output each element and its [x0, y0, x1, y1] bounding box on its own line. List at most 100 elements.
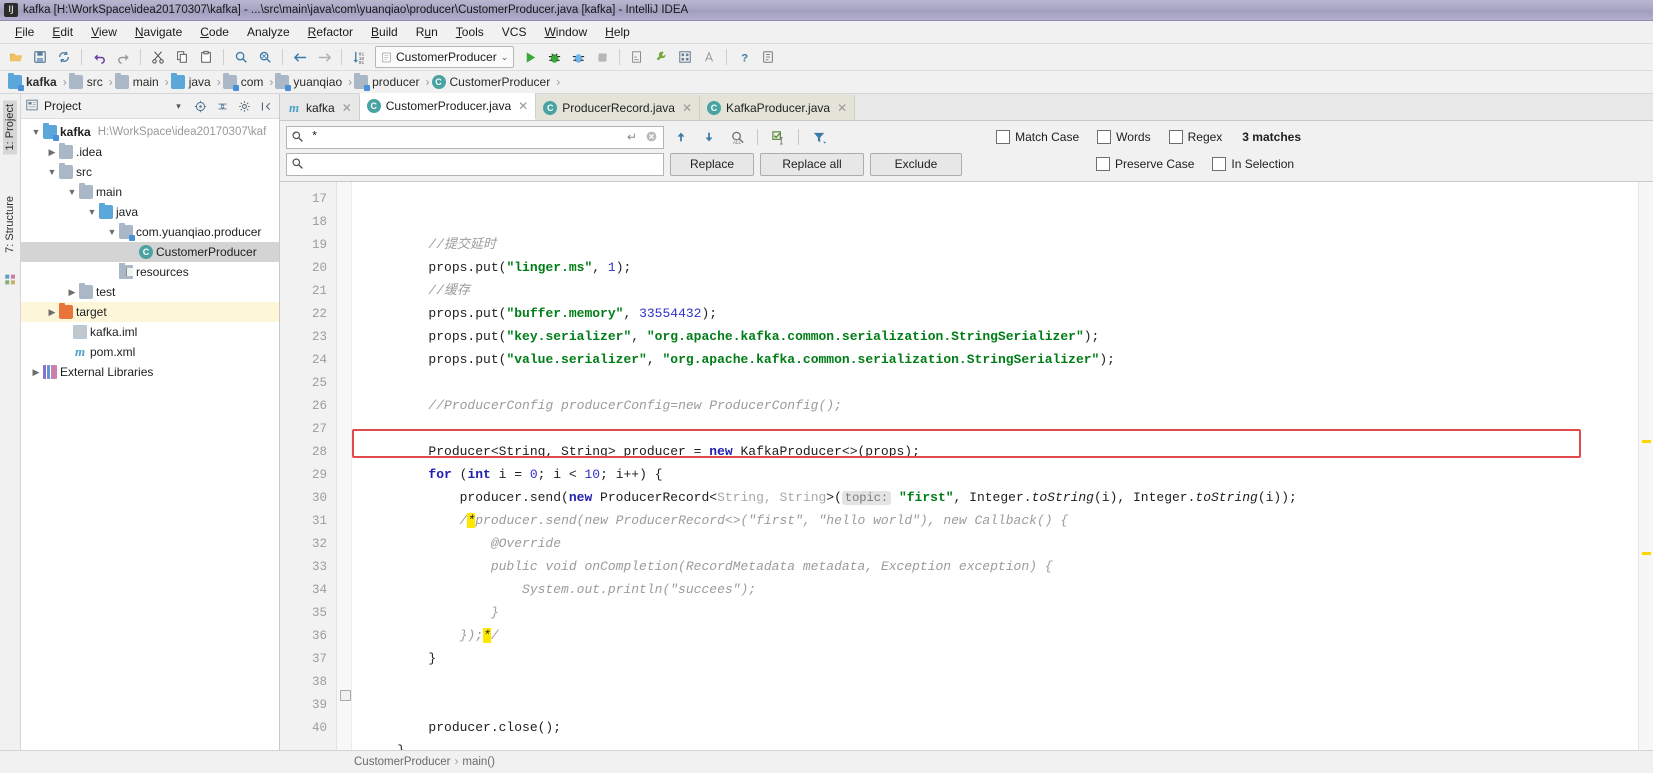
- open-project-icon[interactable]: [5, 46, 27, 68]
- breadcrumb-item-producer[interactable]: producer: [352, 73, 425, 91]
- close-icon[interactable]: ✕: [682, 101, 692, 115]
- menu-tools[interactable]: Tools: [447, 23, 493, 41]
- editor-tab-producerrecord[interactable]: C ProducerRecord.java ✕: [536, 95, 700, 120]
- cut-icon[interactable]: [147, 46, 169, 68]
- scroll-from-source-icon[interactable]: [192, 98, 209, 115]
- tool-tab-project[interactable]: 1: Project: [3, 100, 17, 155]
- menu-code[interactable]: Code: [191, 23, 238, 41]
- code-line[interactable]: //提交延时: [352, 233, 1638, 256]
- code-line[interactable]: }: [352, 601, 1638, 624]
- run-icon[interactable]: [519, 46, 541, 68]
- chevron-down-icon[interactable]: ▼: [85, 207, 99, 217]
- search-input[interactable]: [309, 129, 623, 145]
- close-icon[interactable]: ✕: [837, 101, 847, 115]
- chevron-right-icon[interactable]: ▶: [45, 147, 59, 158]
- code-line[interactable]: //缓存: [352, 279, 1638, 302]
- tree-item-target[interactable]: ▶ target: [21, 302, 279, 322]
- code-line[interactable]: props.put("key.serializer", "org.apache.…: [352, 325, 1638, 348]
- code-line[interactable]: });*/: [352, 624, 1638, 647]
- code-content[interactable]: //提交延时 props.put("linger.ms", 1); //缓存 p…: [352, 182, 1638, 750]
- menu-analyze[interactable]: Analyze: [238, 23, 299, 41]
- replace-button[interactable]: Replace: [670, 152, 754, 176]
- help-icon[interactable]: ?: [733, 46, 755, 68]
- words-checkbox[interactable]: Words: [1097, 130, 1151, 144]
- checkbox-box[interactable]: [1097, 130, 1112, 144]
- select-all-occurrences-icon[interactable]: [767, 127, 789, 147]
- code-line[interactable]: System.out.println("succees");: [352, 578, 1638, 601]
- menu-help[interactable]: Help: [596, 23, 639, 41]
- breadcrumb-item-com[interactable]: com: [221, 73, 270, 91]
- replace-search-icon[interactable]: [291, 157, 305, 171]
- menu-navigate[interactable]: Navigate: [126, 23, 191, 41]
- code-line[interactable]: for (int i = 0; i < 10; i++) {: [352, 463, 1638, 486]
- chevron-down-icon[interactable]: ▾: [170, 98, 187, 115]
- preserve-case-checkbox[interactable]: Preserve Case: [1096, 157, 1194, 171]
- match-case-checkbox[interactable]: Match Case: [996, 130, 1079, 144]
- code-line[interactable]: props.put("value.serializer", "org.apach…: [352, 348, 1638, 371]
- menu-window[interactable]: Window: [535, 23, 596, 41]
- search-everywhere-icon[interactable]: [757, 46, 779, 68]
- profile-icon[interactable]: [626, 46, 648, 68]
- tree-item-customerproducer[interactable]: C CustomerProducer: [21, 242, 279, 262]
- code-line[interactable]: @Override: [352, 532, 1638, 555]
- tree-item-src[interactable]: ▼ src: [21, 162, 279, 182]
- search-field-wrapper[interactable]: ↵: [286, 125, 664, 149]
- tree-item-main[interactable]: ▼ main: [21, 182, 279, 202]
- checkbox-box[interactable]: [1168, 130, 1183, 144]
- project-structure-icon[interactable]: [674, 46, 696, 68]
- undo-icon[interactable]: [88, 46, 110, 68]
- tree-item-test[interactable]: ▶ test: [21, 282, 279, 302]
- chevron-down-icon[interactable]: ▼: [105, 227, 119, 237]
- code-line[interactable]: [352, 693, 1638, 716]
- copy-icon[interactable]: [171, 46, 193, 68]
- paste-icon[interactable]: [195, 46, 217, 68]
- filter-icon[interactable]: [808, 127, 830, 147]
- code-line[interactable]: //ProducerConfig producerConfig=new Prod…: [352, 394, 1638, 417]
- tree-item-external-libraries[interactable]: ▶ External Libraries: [21, 362, 279, 382]
- code-folding-gutter[interactable]: [337, 182, 352, 750]
- save-all-icon[interactable]: [29, 46, 51, 68]
- find-previous-icon[interactable]: [670, 127, 692, 147]
- search-icon[interactable]: [291, 130, 305, 144]
- code-editor[interactable]: 17 18 19 20 21 22 23 24 25 26 27 28 29 30 31 32 33 34 35 36…: [280, 182, 1653, 750]
- replace-field-wrapper[interactable]: [286, 152, 664, 176]
- hide-panel-icon[interactable]: [258, 98, 275, 115]
- menu-edit[interactable]: Edit: [43, 23, 82, 41]
- checkbox-box[interactable]: [1212, 157, 1227, 171]
- breadcrumb-item-main[interactable]: main: [113, 73, 165, 89]
- menu-file[interactable]: File: [6, 23, 43, 41]
- editor-tab-customerproducer[interactable]: C CustomerProducer.java ✕: [359, 93, 537, 120]
- error-stripe-marker-panel[interactable]: [1638, 182, 1653, 750]
- code-line[interactable]: props.put("linger.ms", 1);: [352, 256, 1638, 279]
- sdk-manager-icon[interactable]: [698, 46, 720, 68]
- find-all-icon[interactable]: ALL: [726, 127, 748, 147]
- stop-icon[interactable]: [591, 46, 613, 68]
- menu-run[interactable]: Run: [407, 23, 447, 41]
- code-line[interactable]: public void onCompletion(RecordMetadata …: [352, 555, 1638, 578]
- breadcrumb-item-customerproducer[interactable]: C CustomerProducer: [430, 75, 557, 89]
- sort-icon[interactable]: 01 10 01: [348, 46, 370, 68]
- tree-item-java[interactable]: ▼ java: [21, 202, 279, 222]
- menu-view[interactable]: View: [82, 23, 126, 41]
- collapse-all-icon[interactable]: [214, 98, 231, 115]
- code-line[interactable]: }: [352, 647, 1638, 670]
- menu-refactor[interactable]: Refactor: [299, 23, 362, 41]
- tree-item-resources[interactable]: resources: [21, 262, 279, 282]
- tool-tab-structure[interactable]: 7: Structure: [3, 192, 17, 257]
- gear-icon[interactable]: [236, 98, 253, 115]
- debug-icon[interactable]: [543, 46, 565, 68]
- clear-search-icon[interactable]: [645, 130, 659, 144]
- exclude-button[interactable]: Exclude: [870, 152, 962, 176]
- find-icon[interactable]: [230, 46, 252, 68]
- run-with-coverage-icon[interactable]: [567, 46, 589, 68]
- code-line[interactable]: props.put("buffer.memory", 33554432);: [352, 302, 1638, 325]
- find-next-icon[interactable]: [698, 127, 720, 147]
- menu-vcs[interactable]: VCS: [493, 23, 536, 41]
- forward-icon[interactable]: [313, 46, 335, 68]
- regex-checkbox[interactable]: Regex: [1168, 130, 1222, 144]
- code-line[interactable]: [352, 670, 1638, 693]
- tree-item-pom-xml[interactable]: m pom.xml: [21, 342, 279, 362]
- redo-icon[interactable]: [112, 46, 134, 68]
- checkbox-box[interactable]: [1096, 157, 1110, 171]
- code-line[interactable]: producer.send(new ProducerRecord<String,…: [352, 486, 1638, 509]
